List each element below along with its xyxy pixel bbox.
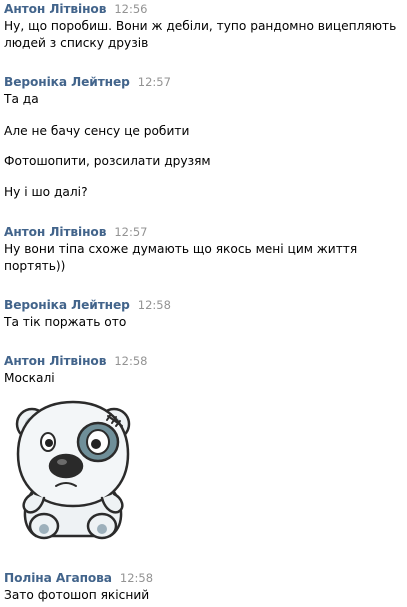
- message-header: Вероніка Лейтнер 12:58: [4, 298, 403, 314]
- message-text: Та да: [4, 92, 39, 106]
- white-bear-sticker[interactable]: [10, 394, 136, 542]
- message-continuation: Фотошопити, розсилати друзям: [4, 153, 403, 170]
- author-link[interactable]: Антон Літвінов: [4, 354, 106, 368]
- message: Антон Літвінов 12:56 Ну, що поробиш. Вон…: [4, 2, 403, 52]
- message: Вероніка Лейтнер 12:58 Та тік поржать от…: [4, 298, 403, 331]
- message: Антон Літвінов 12:58 Москалі: [4, 354, 403, 387]
- message-time[interactable]: 12:58: [114, 354, 147, 368]
- author-link[interactable]: Поліна Агапова: [4, 571, 112, 585]
- message-text: Москалі: [4, 371, 55, 385]
- message-header: Поліна Агапова 12:58: [4, 571, 403, 587]
- message-text: Ну вони тіпа схоже думають що якось мені…: [4, 242, 358, 256]
- author-link[interactable]: Антон Літвінов: [4, 2, 106, 16]
- message-feed: Антон Літвінов 12:56 Ну, що поробиш. Вон…: [0, 0, 407, 607]
- message-text: Ну і шо далі?: [4, 185, 88, 199]
- message-header: Антон Літвінов 12:58: [4, 354, 403, 370]
- message-header: Антон Літвінов 12:57: [4, 225, 403, 241]
- message: Поліна Агапова 12:58 Зато фотошоп якісни…: [4, 571, 403, 604]
- message: Вероніка Лейтнер 12:57 Та да: [4, 75, 403, 108]
- author-link[interactable]: Вероніка Лейтнер: [4, 75, 130, 89]
- message-time[interactable]: 12:57: [138, 75, 171, 89]
- message: Антон Літвінов 12:57 Ну вони тіпа схоже …: [4, 225, 403, 275]
- message-time[interactable]: 12:56: [114, 2, 147, 16]
- message-time[interactable]: 12:58: [138, 298, 171, 312]
- message-header: Вероніка Лейтнер 12:57: [4, 75, 403, 91]
- author-link[interactable]: Вероніка Лейтнер: [4, 298, 130, 312]
- author-link[interactable]: Антон Літвінов: [4, 225, 106, 239]
- message-text: портять)): [4, 259, 66, 273]
- message-time[interactable]: 12:57: [114, 225, 147, 239]
- message-continuation: Ну і шо далі?: [4, 184, 403, 201]
- message-text: Але не бачу сенсу це робити: [4, 124, 190, 138]
- message-time[interactable]: 12:58: [120, 571, 153, 585]
- message-text: Та тік поржать ото: [4, 315, 127, 329]
- message-continuation: Але не бачу сенсу це робити: [4, 123, 403, 140]
- message-text: Фотошопити, розсилати друзям: [4, 154, 211, 168]
- message-text: Зато фотошоп якісний: [4, 588, 150, 602]
- message-text: Ну, що поробиш. Вони ж дебіли, тупо ранд…: [4, 19, 397, 33]
- message-header: Антон Літвінов 12:56: [4, 2, 403, 18]
- message-text: людей з списку друзів: [4, 36, 149, 50]
